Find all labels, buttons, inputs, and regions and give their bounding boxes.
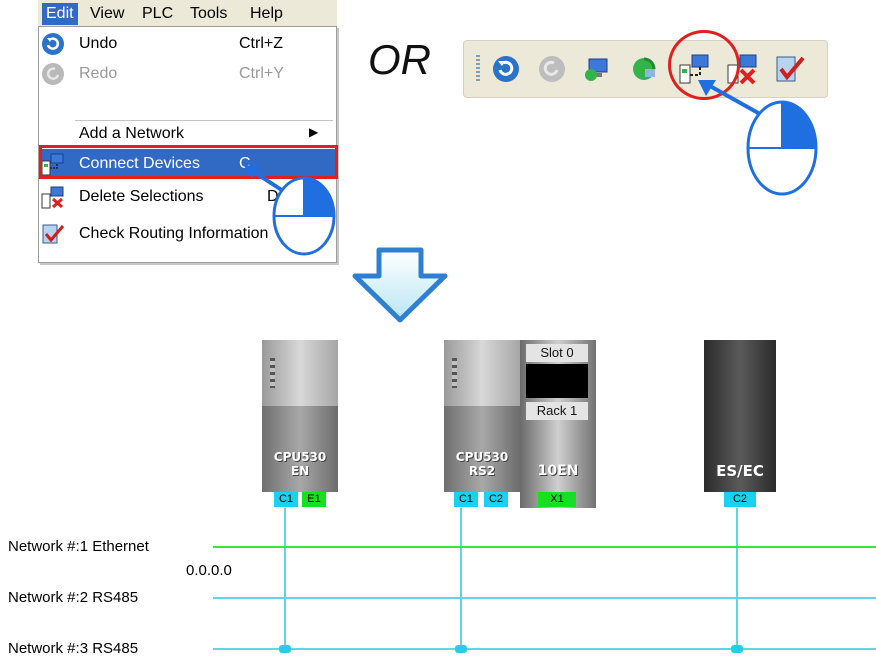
port-c2[interactable]: C2 [484,492,508,507]
undo-icon [42,33,64,55]
menu-bar: Edit View PLC Tools Help [38,0,337,26]
slot-label: Slot 0 [540,345,574,360]
network-bus-rs485-3[interactable] [213,648,876,650]
network-label: Network #:2 RS485 [8,589,139,606]
rack-box: Rack 1 [526,402,588,420]
redo-icon[interactable] [536,53,568,85]
menu-plc[interactable]: PLC [138,3,177,25]
device-body [262,406,338,492]
check-routing-icon [42,224,65,244]
network-refresh-icon[interactable] [628,53,660,85]
network-bus-ethernet[interactable] [213,546,876,548]
menu-item-shortcut: Ctrl+Y [239,65,284,82]
device-name: CPU530 [455,450,509,464]
connection-node [279,645,291,653]
device-led-indicator [452,358,457,388]
device-connection-line [284,508,286,652]
menu-item-redo[interactable]: Redo Ctrl+Y [39,59,336,89]
down-arrow-icon [352,247,448,323]
menu-help[interactable]: Help [246,3,287,25]
network-bus-rs485-2[interactable] [213,597,876,599]
mouse-icon [698,80,818,196]
menu-edit[interactable]: Edit [42,3,78,25]
or-label: OR [368,36,431,83]
device-name: EN [290,464,310,478]
device-name: CPU530 [273,450,327,464]
network-label: Network #:3 RS485 [8,640,139,657]
port-c1[interactable]: C1 [274,492,298,507]
device-10en-module[interactable]: Slot 0 Rack 1 10EN X1 [520,340,596,508]
port-e1[interactable]: E1 [302,492,326,507]
port-c2[interactable]: C2 [724,492,756,507]
connection-node [731,645,743,653]
menu-item-label: Delete Selections [79,188,204,205]
menu-view[interactable]: View [86,3,128,25]
device-cpu530-en[interactable]: CPU530 EN C1 E1 [262,340,338,508]
menu-item-undo[interactable]: Undo Ctrl+Z [39,29,336,59]
submenu-arrow-icon: ▶ [309,125,319,139]
device-cpu530-rs2[interactable]: CPU530 RS2 C1 C2 [444,340,520,508]
device-connection-line [736,508,738,652]
network-icon[interactable] [582,53,614,85]
device-led-indicator [270,358,275,388]
device-connection-line [460,508,462,652]
device-es-ec[interactable]: ES/EC C2 [704,340,776,508]
port-x1[interactable]: X1 [538,492,576,507]
rack-label: Rack 1 [536,403,578,418]
network-label: Network #:1 Ethernet [8,538,149,555]
toolbar-grip[interactable] [476,55,480,83]
menu-item-label: Redo [79,65,118,82]
undo-icon[interactable] [490,53,522,85]
module-display [526,364,588,398]
menu-item-shortcut: Ctrl+Z [239,35,283,52]
connection-node [455,645,467,653]
menu-tools[interactable]: Tools [186,3,231,25]
menu-item-label: Undo [79,35,118,52]
mouse-icon [244,164,336,256]
port-c1[interactable]: C1 [454,492,478,507]
ip-address: 0.0.0.0 [186,562,232,579]
slot-box: Slot 0 [526,344,588,362]
device-body [444,406,520,492]
redo-icon [42,63,64,85]
menu-item-label: Add a Network [79,125,184,142]
device-name: RS2 [468,464,496,478]
device-name: ES/EC [716,462,764,480]
device-name: 10EN [537,463,579,479]
delete-selections-icon [41,186,64,209]
